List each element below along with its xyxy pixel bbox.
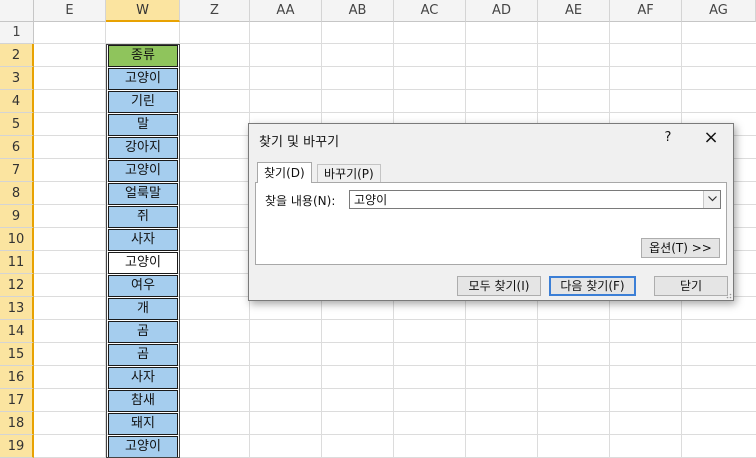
row-header-11[interactable]: 11: [0, 251, 34, 274]
row-header-14[interactable]: 14: [0, 320, 34, 343]
row-header-5[interactable]: 5: [0, 113, 34, 136]
row-header-3[interactable]: 3: [0, 67, 34, 90]
row-header-13[interactable]: 13: [0, 297, 34, 320]
data-cell[interactable]: 개: [108, 298, 178, 320]
data-cell[interactable]: 곰: [108, 321, 178, 343]
column-header-w[interactable]: W: [106, 0, 180, 22]
tab-replace[interactable]: 바꾸기(P): [317, 164, 381, 182]
row-header-18[interactable]: 18: [0, 412, 34, 435]
data-cell[interactable]: 참새: [108, 390, 178, 412]
find-what-input[interactable]: 고양이: [349, 190, 721, 209]
row-header-1[interactable]: 1: [0, 22, 34, 44]
tab-find[interactable]: 찾기(D): [257, 162, 312, 183]
data-cell[interactable]: 말: [108, 114, 178, 136]
row-header-2[interactable]: 2: [0, 44, 34, 67]
data-cell[interactable]: 곰: [108, 344, 178, 366]
column-title-cell[interactable]: 종류: [108, 45, 178, 67]
row-header-10[interactable]: 10: [0, 228, 34, 251]
find-all-button[interactable]: 모두 찾기(I): [457, 276, 541, 296]
resize-grip-icon[interactable]: [724, 291, 732, 299]
row-header-17[interactable]: 17: [0, 389, 34, 412]
select-all-corner[interactable]: [0, 0, 34, 22]
find-next-button[interactable]: 다음 찾기(F): [549, 276, 636, 296]
gridline-vertical: [105, 22, 106, 458]
data-cell[interactable]: 사자: [108, 229, 178, 251]
column-header-z[interactable]: Z: [180, 0, 250, 22]
data-cell[interactable]: 고양이: [108, 68, 178, 90]
row-header-16[interactable]: 16: [0, 366, 34, 389]
column-header-aa[interactable]: AA: [250, 0, 322, 22]
data-cell[interactable]: 얼룩말: [108, 183, 178, 205]
dialog-title: 찾기 및 바꾸기: [259, 135, 340, 150]
gridline-horizontal: [34, 43, 756, 44]
data-cell[interactable]: 고양이: [108, 160, 178, 182]
column-header-ab[interactable]: AB: [322, 0, 394, 22]
active-cell[interactable]: 고양이: [108, 252, 178, 274]
data-cell[interactable]: 강아지: [108, 137, 178, 159]
row-header-8[interactable]: 8: [0, 182, 34, 205]
chevron-down-icon[interactable]: [703, 191, 720, 208]
close-button[interactable]: 닫기: [654, 276, 728, 296]
data-cell[interactable]: 고양이: [108, 436, 178, 458]
row-header-19[interactable]: 19: [0, 435, 34, 458]
row-header-7[interactable]: 7: [0, 159, 34, 182]
find-what-value[interactable]: 고양이: [354, 192, 387, 208]
find-what-label: 찾을 내용(N):: [265, 194, 336, 208]
column-header-ac[interactable]: AC: [394, 0, 466, 22]
options-button[interactable]: 옵션(T) >>: [641, 238, 720, 258]
column-header-ae[interactable]: AE: [538, 0, 610, 22]
row-header-6[interactable]: 6: [0, 136, 34, 159]
gridline-vertical: [179, 22, 180, 458]
data-cell[interactable]: 쥐: [108, 206, 178, 228]
close-icon[interactable]: ×: [697, 126, 725, 150]
column-header-ad[interactable]: AD: [466, 0, 538, 22]
row-header-12[interactable]: 12: [0, 274, 34, 297]
data-cell[interactable]: 돼지: [108, 413, 178, 435]
help-icon[interactable]: ?: [659, 128, 677, 148]
column-header-e[interactable]: E: [34, 0, 106, 22]
data-cell[interactable]: 여우: [108, 275, 178, 297]
column-header-af[interactable]: AF: [610, 0, 682, 22]
find-tab-panel: 찾을 내용(N): 고양이 옵션(T) >>: [255, 182, 727, 265]
data-cell[interactable]: 기린: [108, 91, 178, 113]
row-header-9[interactable]: 9: [0, 205, 34, 228]
row-header-4[interactable]: 4: [0, 90, 34, 113]
column-header-ag[interactable]: AG: [682, 0, 756, 22]
data-cell[interactable]: 사자: [108, 367, 178, 389]
row-header-15[interactable]: 15: [0, 343, 34, 366]
find-replace-dialog: 찾기 및 바꾸기 ? × 찾기(D) 바꾸기(P) 찾을 내용(N): 고양이 …: [248, 123, 734, 301]
